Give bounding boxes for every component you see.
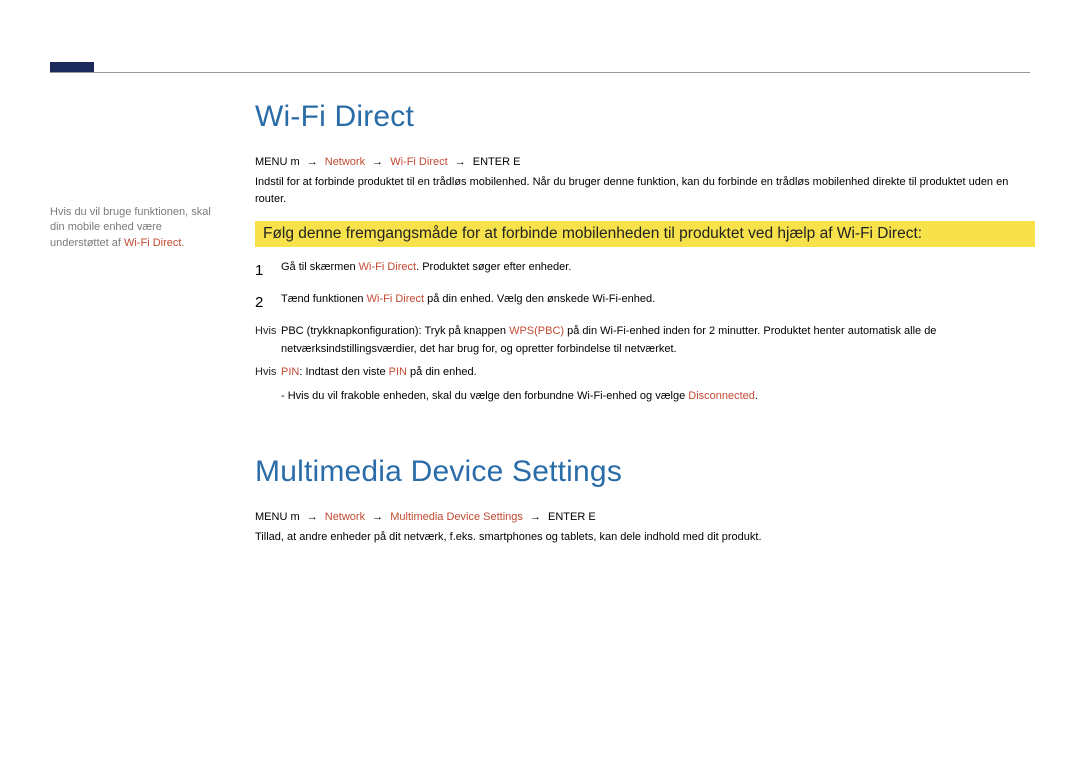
breadcrumb-multimedia: MENU m → Network → Multimedia Device Set… — [255, 511, 1035, 523]
pbc-pre: PBC (trykknapkonfiguration): Tryk på kna… — [281, 325, 509, 337]
bc-nav-network: Network — [325, 511, 365, 523]
sidebar-note-highlight: Wi-Fi Direct — [124, 237, 181, 249]
bc-nav-network: Network — [325, 156, 365, 168]
sidebar-note: Hvis du vil bruge funktionen, skal din m… — [50, 205, 220, 251]
bc-m: m — [290, 156, 299, 168]
section-title-wifi-direct: Wi-Fi Direct — [255, 100, 1035, 134]
section-title-multimedia: Multimedia Device Settings — [255, 455, 1035, 489]
step-number: 1 — [255, 259, 281, 283]
substep-body: PBC (trykknapkonfiguration): Tryk på kna… — [281, 323, 1035, 358]
substep-pin: Hvis PIN: Indtast den viste PIN på din e… — [255, 364, 1035, 382]
accent-bar — [50, 62, 94, 72]
note-post: . — [755, 390, 758, 402]
step1-post: . Produktet søger efter enheder. — [416, 261, 571, 273]
pbc-accent: WPS(PBC) — [509, 325, 564, 337]
bc-m: m — [290, 511, 299, 523]
breadcrumb-wifi-direct: MENU m → Network → Wi-Fi Direct → ENTER … — [255, 156, 1035, 168]
note-accent: Disconnected — [688, 390, 755, 402]
step-body: Tænd funktionen Wi-Fi Direct på din enhe… — [281, 291, 1035, 315]
arrow-icon: → — [372, 156, 383, 168]
step1-pre: Gå til skærmen — [281, 261, 359, 273]
step-2: 2 Tænd funktionen Wi-Fi Direct på din en… — [255, 291, 1035, 315]
arrow-icon: → — [307, 156, 318, 168]
bc-menu: MENU — [255, 156, 287, 168]
multimedia-description: Tillad, at andre enheder på dit netværk,… — [255, 529, 1035, 546]
disconnect-note: Hvis du vil frakoble enheden, skal du væ… — [281, 388, 1035, 406]
top-divider — [50, 72, 1030, 73]
bc-enter: ENTER — [473, 156, 510, 168]
step-number: 2 — [255, 291, 281, 315]
step2-accent: Wi-Fi Direct — [367, 293, 424, 305]
arrow-icon: → — [530, 511, 541, 523]
substep-label: Hvis — [255, 323, 281, 358]
steps-list: 1 Gå til skærmen Wi-Fi Direct. Produktet… — [255, 259, 1035, 405]
bc-enter: ENTER — [548, 511, 585, 523]
bc-e: E — [513, 156, 520, 168]
bc-menu: MENU — [255, 511, 287, 523]
pin-pre: PIN — [281, 366, 299, 378]
arrow-icon: → — [372, 511, 383, 523]
pin-mid: : Indtast den viste — [299, 366, 388, 378]
arrow-icon: → — [307, 511, 318, 523]
note-pre: Hvis du vil frakoble enheden, skal du væ… — [288, 390, 689, 402]
callout-instructions: Følg denne fremgangsmåde for at forbinde… — [255, 221, 1035, 247]
substep-pbc: Hvis PBC (trykknapkonfiguration): Tryk p… — [255, 323, 1035, 358]
arrow-icon: → — [455, 156, 466, 168]
substep-label: Hvis — [255, 364, 281, 382]
step2-pre: Tænd funktionen — [281, 293, 367, 305]
section-multimedia: Multimedia Device Settings MENU m → Netw… — [255, 455, 1035, 546]
substep-body: PIN: Indtast den viste PIN på din enhed. — [281, 364, 1035, 382]
main-content: Wi-Fi Direct MENU m → Network → Wi-Fi Di… — [255, 100, 1035, 560]
bc-e: E — [588, 511, 595, 523]
pin-accent: PIN — [389, 366, 407, 378]
pin-post: på din enhed. — [407, 366, 477, 378]
bc-nav-wifi-direct: Wi-Fi Direct — [390, 156, 447, 168]
sidebar-note-suffix: . — [181, 237, 184, 249]
step1-accent: Wi-Fi Direct — [359, 261, 416, 273]
step-1: 1 Gå til skærmen Wi-Fi Direct. Produktet… — [255, 259, 1035, 283]
step-body: Gå til skærmen Wi-Fi Direct. Produktet s… — [281, 259, 1035, 283]
step2-post: på din enhed. Vælg den ønskede Wi-Fi-enh… — [424, 293, 655, 305]
wifi-direct-description: Indstil for at forbinde produktet til en… — [255, 174, 1035, 207]
bc-nav-multimedia: Multimedia Device Settings — [390, 511, 523, 523]
